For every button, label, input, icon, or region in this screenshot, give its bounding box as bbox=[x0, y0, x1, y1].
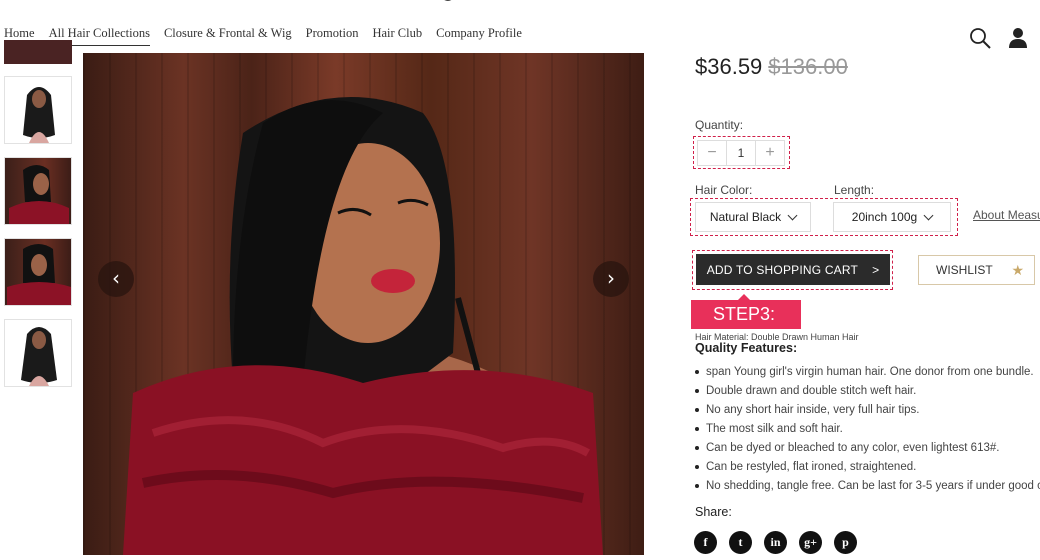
chevron-down-icon bbox=[923, 210, 934, 220]
wishlist-button[interactable]: WISHLIST ★ bbox=[918, 255, 1035, 285]
list-item: Can be restyled, flat ironed, straighten… bbox=[695, 457, 1040, 476]
linkedin-icon[interactable]: in bbox=[764, 531, 787, 554]
add-to-cart-button[interactable]: ADD TO SHOPPING CART > bbox=[696, 254, 890, 285]
facebook-icon[interactable]: f bbox=[694, 531, 717, 554]
list-item: Double drawn and double stitch weft hair… bbox=[695, 381, 1040, 400]
list-item: The most silk and soft hair. bbox=[695, 419, 1040, 438]
wishlist-label: WISHLIST bbox=[936, 263, 993, 277]
length-label: Length: bbox=[834, 183, 875, 197]
thumbnail-4[interactable] bbox=[4, 319, 72, 387]
feature-list: span Young girl's virgin human hair. One… bbox=[695, 362, 1040, 495]
length-value: 20inch 100g bbox=[851, 210, 918, 224]
prev-image-button[interactable]: ‹ bbox=[98, 261, 134, 297]
main-product-image: ‹ › bbox=[83, 53, 644, 555]
old-price: $136.00 bbox=[768, 54, 848, 79]
thumbnail-list bbox=[4, 40, 72, 400]
current-price: $36.59 bbox=[695, 54, 763, 79]
star-icon: ★ bbox=[1011, 261, 1024, 278]
share-label: Share: bbox=[695, 505, 732, 519]
quantity-stepper: − 1 + bbox=[697, 140, 785, 166]
social-links: f t in g+ p bbox=[694, 531, 857, 554]
thumbnail-2[interactable] bbox=[4, 157, 72, 225]
user-icon[interactable] bbox=[1006, 26, 1030, 50]
next-image-button[interactable]: › bbox=[593, 261, 629, 297]
hair-color-label: Hair Color: bbox=[695, 183, 753, 197]
quantity-plus-button[interactable]: + bbox=[756, 144, 784, 162]
price: $36.59 $136.00 bbox=[695, 54, 848, 80]
quantity-minus-button[interactable]: − bbox=[698, 144, 726, 162]
list-item: No any short hair inside, very full hair… bbox=[695, 400, 1040, 419]
main-nav: Home All Hair Collections Closure & Fron… bbox=[0, 24, 536, 46]
header-icons bbox=[968, 26, 1030, 50]
nav-company-profile[interactable]: Company Profile bbox=[436, 24, 522, 46]
nav-hair-club[interactable]: Hair Club bbox=[372, 24, 422, 46]
arrow-right-icon: > bbox=[872, 262, 880, 277]
list-item: No shedding, tangle free. Can be last fo… bbox=[695, 476, 1040, 495]
list-item: span Young girl's virgin human hair. One… bbox=[695, 362, 1040, 381]
add-to-cart-label: ADD TO SHOPPING CART bbox=[706, 262, 859, 277]
nav-closure-frontal-wig[interactable]: Closure & Frontal & Wig bbox=[164, 24, 292, 46]
hair-color-select[interactable]: Natural Black bbox=[695, 202, 811, 232]
logo-icon bbox=[444, 0, 452, 1]
quantity-input[interactable]: 1 bbox=[726, 141, 756, 165]
thumbnail-1[interactable] bbox=[4, 76, 72, 144]
search-icon[interactable] bbox=[968, 26, 992, 50]
step-badge: STEP3: bbox=[691, 294, 801, 329]
pinterest-icon[interactable]: p bbox=[834, 531, 857, 554]
twitter-icon[interactable]: t bbox=[729, 531, 752, 554]
quantity-label: Quantity: bbox=[695, 118, 744, 132]
quality-features-title: Quality Features: bbox=[695, 341, 798, 355]
hair-color-value: Natural Black bbox=[709, 210, 782, 224]
thumbnail-3[interactable] bbox=[4, 238, 72, 306]
nav-promotion[interactable]: Promotion bbox=[306, 24, 359, 46]
thumbnail-0[interactable] bbox=[4, 40, 72, 64]
google-plus-icon[interactable]: g+ bbox=[799, 531, 822, 554]
model-photo bbox=[123, 97, 603, 555]
chevron-down-icon bbox=[787, 210, 798, 220]
about-measure-link[interactable]: About Measu bbox=[973, 208, 1040, 222]
length-select[interactable]: 20inch 100g bbox=[833, 202, 951, 232]
list-item: Can be dyed or bleached to any color, ev… bbox=[695, 438, 1040, 457]
